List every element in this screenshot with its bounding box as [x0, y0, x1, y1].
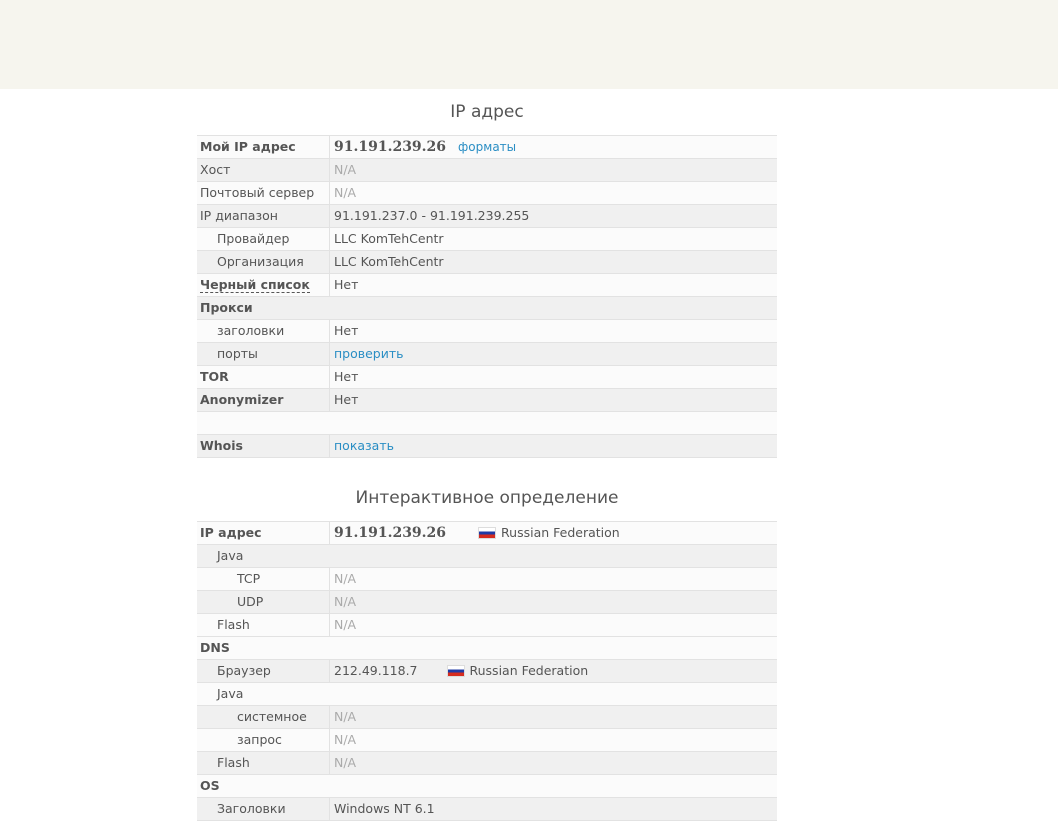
table-row: IP диапазон 91.191.237.0 - 91.191.239.25…: [197, 204, 777, 227]
table-row-spacer: [197, 411, 777, 434]
table-row: системное N/A: [197, 705, 777, 728]
table-row: Браузер 212.49.118.7 Russian Federation: [197, 659, 777, 682]
interactive-table: IP адрес 91.191.239.26 Russian Federatio…: [197, 521, 777, 821]
table-row: Прокси: [197, 296, 777, 319]
dns-flash-value: N/A: [334, 755, 357, 770]
ip-range-label: IP диапазон: [197, 205, 330, 227]
table-row: Whois показать: [197, 434, 777, 458]
table-row: запрос N/A: [197, 728, 777, 751]
dns-java-label: Java: [217, 686, 244, 701]
ip-label: IP адрес: [197, 522, 330, 544]
tcp-value: N/A: [334, 571, 357, 586]
tcp-label: TCP: [197, 568, 330, 590]
os-headers-value: Windows NT 6.1: [334, 801, 435, 816]
browser-dns-value: 212.49.118.7: [334, 663, 418, 678]
proxy-headers-label: заголовки: [197, 320, 330, 342]
table-row: DNS: [197, 636, 777, 659]
ip-info-table: Мой IP адрес 91.191.239.26 форматы Хост …: [197, 135, 777, 458]
table-row: Flash N/A: [197, 751, 777, 774]
check-ports-link[interactable]: проверить: [334, 343, 404, 365]
os-headers-label: Заголовки: [197, 798, 330, 820]
blacklist-value: Нет: [334, 277, 359, 292]
host-label: Хост: [197, 159, 330, 181]
formats-link[interactable]: форматы: [458, 136, 516, 158]
my-ip-label: Мой IP адрес: [197, 136, 330, 158]
table-row: TCP N/A: [197, 567, 777, 590]
table-row: заголовки Нет: [197, 319, 777, 342]
system-value: N/A: [334, 709, 357, 724]
provider-label: Провайдер: [197, 228, 330, 250]
table-row: Организация LLC KomTehCentr: [197, 250, 777, 273]
flash-label: Flash: [197, 614, 330, 636]
table-row: IP адрес 91.191.239.26 Russian Federatio…: [197, 521, 777, 544]
ip-value: 91.191.239.26: [334, 525, 447, 541]
tor-label: TOR: [197, 366, 330, 388]
table-row: Заголовки Windows NT 6.1: [197, 797, 777, 821]
table-row: TOR Нет: [197, 365, 777, 388]
request-value: N/A: [334, 732, 357, 747]
table-row: Почтовый сервер N/A: [197, 181, 777, 204]
russia-flag-icon: [478, 527, 497, 539]
blacklist-link[interactable]: Черный список: [200, 277, 310, 293]
mail-server-label: Почтовый сервер: [197, 182, 330, 204]
table-row: Черный список Нет: [197, 273, 777, 296]
organization-label: Организация: [197, 251, 330, 273]
organization-value: LLC KomTehCentr: [334, 254, 444, 269]
russia-flag-icon: [446, 665, 465, 677]
flash-value: N/A: [334, 617, 357, 632]
ip-country: Russian Federation: [501, 525, 620, 540]
browser-dns-label: Браузер: [197, 660, 330, 682]
table-row: Flash N/A: [197, 613, 777, 636]
header-bar: [0, 0, 1058, 89]
whois-show-link[interactable]: показать: [334, 435, 394, 457]
browser-dns-country: Russian Federation: [469, 663, 589, 678]
mail-server-value: N/A: [334, 185, 357, 200]
my-ip-value: 91.191.239.26: [334, 139, 447, 155]
whois-label: Whois: [197, 435, 330, 457]
provider-value: LLC KomTehCentr: [334, 231, 444, 246]
table-row: Java: [197, 682, 777, 705]
table-row: порты проверить: [197, 342, 777, 365]
system-label: системное: [197, 706, 330, 728]
table-row: Мой IP адрес 91.191.239.26 форматы: [197, 135, 777, 158]
proxy-ports-label: порты: [197, 343, 330, 365]
java-label: Java: [217, 548, 244, 563]
table-row: UDP N/A: [197, 590, 777, 613]
interactive-section-title: Интерактивное определение: [355, 488, 619, 508]
tor-value: Нет: [334, 369, 359, 384]
proxy-label: Прокси: [200, 300, 253, 315]
anonymizer-value: Нет: [334, 392, 359, 407]
table-row: Java: [197, 544, 777, 567]
table-row: Провайдер LLC KomTehCentr: [197, 227, 777, 250]
dns-label: DNS: [200, 640, 230, 655]
request-label: запрос: [197, 729, 330, 751]
table-row: OS: [197, 774, 777, 797]
table-row: Хост N/A: [197, 158, 777, 181]
udp-label: UDP: [197, 591, 330, 613]
anonymizer-label: Anonymizer: [197, 389, 330, 411]
table-row: Anonymizer Нет: [197, 388, 777, 411]
udp-value: N/A: [334, 594, 357, 609]
host-value: N/A: [334, 162, 357, 177]
ip-section-title: IP адрес: [450, 102, 524, 122]
dns-flash-label: Flash: [197, 752, 330, 774]
proxy-headers-value: Нет: [334, 323, 359, 338]
os-label: OS: [200, 778, 220, 793]
ip-range-value: 91.191.237.0 - 91.191.239.255: [334, 208, 530, 223]
